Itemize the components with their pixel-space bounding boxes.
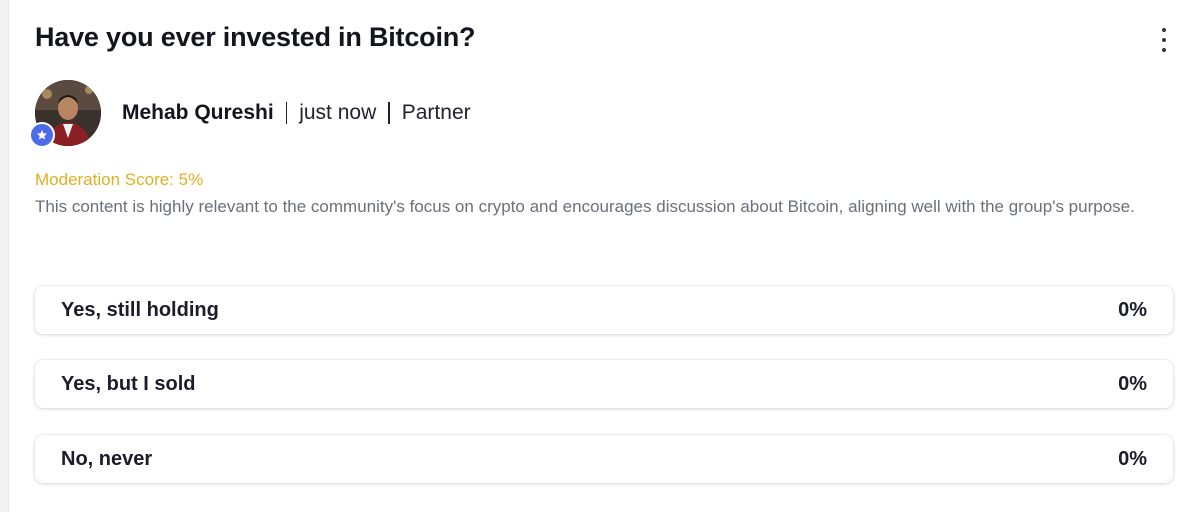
divider — [285, 102, 288, 124]
partner-badge — [29, 122, 55, 148]
poll-option-label: Yes, but I sold — [61, 372, 196, 395]
post-title: Have you ever invested in Bitcoin? — [35, 22, 476, 52]
poll-option-yes-but-sold[interactable]: Yes, but I sold 0% — [35, 360, 1173, 408]
poll-option-yes-still-holding[interactable]: Yes, still holding 0% — [35, 286, 1173, 334]
more-options-button[interactable] — [1156, 28, 1172, 52]
poll-option-label: No, never — [61, 447, 153, 470]
author-meta: Mehab Qureshi just now Partner — [122, 101, 471, 125]
poll-card: Have you ever invested in Bitcoin? Mehab… — [8, 0, 1200, 512]
poll-option-percent: 0% — [1118, 372, 1147, 395]
poll-option-percent: 0% — [1118, 447, 1147, 470]
author-name[interactable]: Mehab Qureshi — [122, 101, 274, 125]
star-icon — [37, 130, 47, 140]
moderation-score: Moderation Score: 5% — [35, 170, 204, 189]
divider — [388, 102, 390, 124]
more-vertical-icon — [1162, 28, 1166, 32]
author-row: Mehab Qureshi just now Partner — [29, 80, 629, 148]
post-time: just now — [299, 101, 377, 124]
poll-option-label: Yes, still holding — [61, 298, 219, 321]
poll-option-percent: 0% — [1118, 298, 1147, 321]
author-role: Partner — [401, 101, 471, 124]
moderation-description: This content is highly relevant to the c… — [35, 197, 1135, 216]
poll-option-no-never[interactable]: No, never 0% — [35, 435, 1173, 483]
